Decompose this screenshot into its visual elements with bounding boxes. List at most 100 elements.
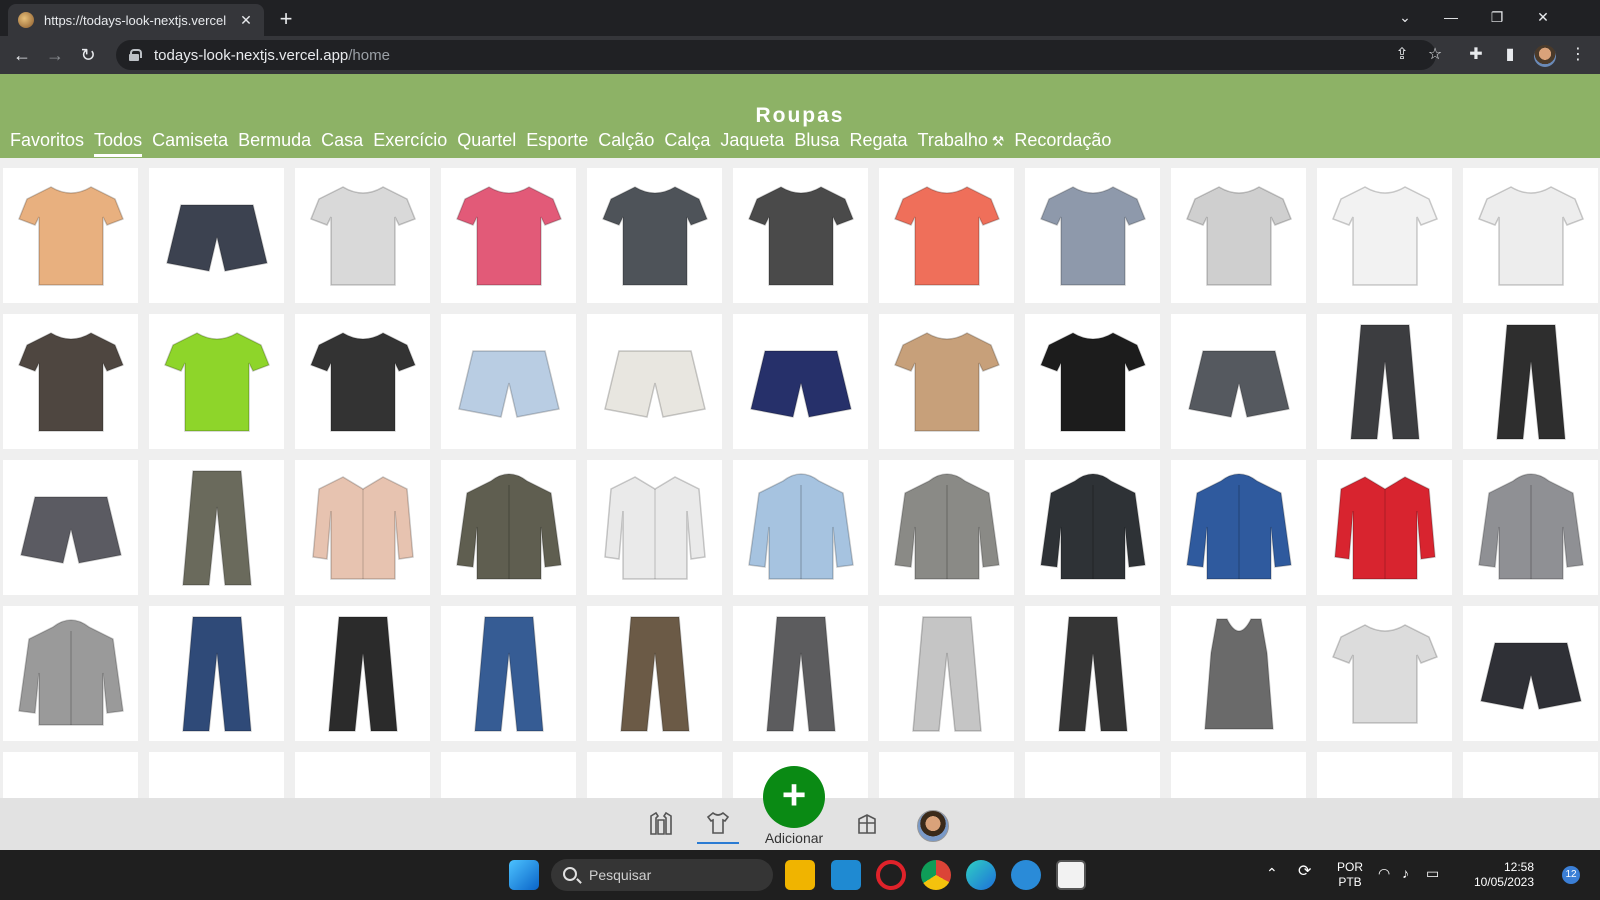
clothing-card[interactable] — [1025, 606, 1160, 741]
clothing-card[interactable] — [1463, 752, 1598, 798]
clothing-card[interactable] — [3, 606, 138, 741]
vscode-icon[interactable] — [831, 860, 861, 890]
close-window-button[interactable]: ✕ — [1520, 0, 1566, 36]
clothing-card[interactable] — [1171, 460, 1306, 595]
clothing-card[interactable] — [587, 460, 722, 595]
clothing-card[interactable] — [1171, 606, 1306, 741]
file-explorer-icon[interactable] — [785, 860, 815, 890]
clothing-card[interactable] — [149, 314, 284, 449]
category-todos[interactable]: Todos — [94, 130, 143, 157]
battery-icon[interactable]: ▭ — [1426, 866, 1439, 881]
forward-icon[interactable]: → — [42, 42, 68, 68]
clothing-card[interactable] — [587, 752, 722, 798]
bookmark-star-icon[interactable]: ☆ — [1425, 45, 1445, 65]
docker-icon[interactable] — [1011, 860, 1041, 890]
notion-icon[interactable] — [1056, 860, 1086, 890]
category-regata[interactable]: Regata — [849, 130, 907, 157]
category-camiseta[interactable]: Camiseta — [152, 130, 228, 157]
clothing-card[interactable] — [441, 752, 576, 798]
clothing-card[interactable] — [733, 606, 868, 741]
clothing-card[interactable] — [295, 460, 430, 595]
clothing-card[interactable] — [1317, 460, 1452, 595]
language-indicator[interactable]: POR PTB — [1332, 860, 1368, 890]
back-icon[interactable]: ← — [9, 42, 35, 68]
clothing-card[interactable] — [1463, 606, 1598, 741]
clothing-card[interactable] — [1317, 314, 1452, 449]
reload-icon[interactable]: ↻ — [75, 42, 101, 68]
wardrobe-icon[interactable] — [847, 804, 887, 844]
clothing-card[interactable] — [879, 752, 1014, 798]
chrome-icon[interactable] — [921, 860, 951, 890]
sync-icon[interactable]: ⟳ — [1298, 864, 1311, 880]
clothing-card[interactable] — [441, 606, 576, 741]
minimize-button[interactable]: — — [1428, 0, 1474, 36]
user-avatar[interactable] — [917, 810, 949, 842]
category-esporte[interactable]: Esporte — [526, 130, 588, 157]
clothing-card[interactable] — [587, 168, 722, 303]
edge-icon[interactable] — [966, 860, 996, 890]
category-recordação[interactable]: Recordação — [1014, 130, 1111, 157]
clothing-card[interactable] — [733, 314, 868, 449]
clock[interactable]: 12:58 10/05/2023 — [1454, 860, 1534, 890]
category-trabalho[interactable]: Trabalho ⚒ — [918, 130, 1005, 157]
clothing-card[interactable] — [1171, 752, 1306, 798]
clothing-card[interactable] — [149, 752, 284, 798]
clothing-card[interactable] — [441, 168, 576, 303]
wifi-icon[interactable]: ◠ — [1378, 866, 1390, 881]
clothing-card[interactable] — [3, 752, 138, 798]
windows-start-icon[interactable] — [509, 860, 539, 890]
category-bermuda[interactable]: Bermuda — [238, 130, 311, 157]
new-tab-button[interactable]: + — [272, 6, 300, 34]
opera-icon[interactable] — [876, 860, 906, 890]
category-casa[interactable]: Casa — [321, 130, 363, 157]
notification-badge[interactable]: 12 — [1562, 866, 1580, 884]
clothing-card[interactable] — [733, 168, 868, 303]
address-bar[interactable]: todays-look-nextjs.vercel.app/home — [116, 40, 1436, 70]
clothing-card[interactable] — [441, 460, 576, 595]
clothing-card[interactable] — [149, 606, 284, 741]
clothing-card[interactable] — [733, 460, 868, 595]
clothing-card[interactable] — [1025, 460, 1160, 595]
clothing-card[interactable] — [295, 168, 430, 303]
clothing-card[interactable] — [1463, 168, 1598, 303]
chevron-up-icon[interactable]: ⌃ — [1266, 866, 1278, 881]
clothing-card[interactable] — [1025, 752, 1160, 798]
menu-kebab-icon[interactable]: ⋮ — [1568, 45, 1588, 65]
category-exercício[interactable]: Exercício — [373, 130, 447, 157]
clothing-card[interactable] — [1171, 168, 1306, 303]
clothing-card[interactable] — [441, 314, 576, 449]
tab-search-icon[interactable]: ⌄ — [1382, 0, 1428, 36]
category-quartel[interactable]: Quartel — [457, 130, 516, 157]
clothing-card[interactable] — [1317, 752, 1452, 798]
close-tab-icon[interactable]: ✕ — [238, 12, 254, 29]
clothing-card[interactable] — [879, 314, 1014, 449]
extensions-icon[interactable]: ✚ — [1466, 45, 1486, 65]
clothing-card[interactable] — [149, 168, 284, 303]
clothing-card[interactable] — [879, 460, 1014, 595]
clothing-card[interactable] — [879, 606, 1014, 741]
profile-avatar[interactable] — [1534, 45, 1556, 67]
clothes-tab-icon[interactable] — [697, 804, 739, 844]
clothing-card[interactable] — [587, 606, 722, 741]
category-calção[interactable]: Calção — [598, 130, 654, 157]
taskbar-search[interactable]: Pesquisar — [551, 859, 773, 891]
restore-button[interactable]: ❐ — [1474, 0, 1520, 36]
clothing-card[interactable] — [1025, 314, 1160, 449]
clothing-card[interactable] — [295, 606, 430, 741]
category-calça[interactable]: Calça — [664, 130, 710, 157]
clothing-card[interactable] — [879, 168, 1014, 303]
clothing-card[interactable] — [295, 752, 430, 798]
category-blusa[interactable]: Blusa — [794, 130, 839, 157]
category-jaqueta[interactable]: Jaqueta — [720, 130, 784, 157]
side-panel-icon[interactable]: ▮ — [1500, 45, 1520, 65]
clothing-card[interactable] — [1463, 460, 1598, 595]
clothing-card[interactable] — [1171, 314, 1306, 449]
add-button[interactable]: + — [763, 766, 825, 828]
clothing-card[interactable] — [3, 168, 138, 303]
clothing-card[interactable] — [3, 460, 138, 595]
volume-icon[interactable]: ♪ — [1402, 866, 1409, 881]
clothing-card[interactable] — [1317, 168, 1452, 303]
clothing-card[interactable] — [1317, 606, 1452, 741]
clothing-card[interactable] — [1025, 168, 1160, 303]
category-favoritos[interactable]: Favoritos — [10, 130, 84, 157]
